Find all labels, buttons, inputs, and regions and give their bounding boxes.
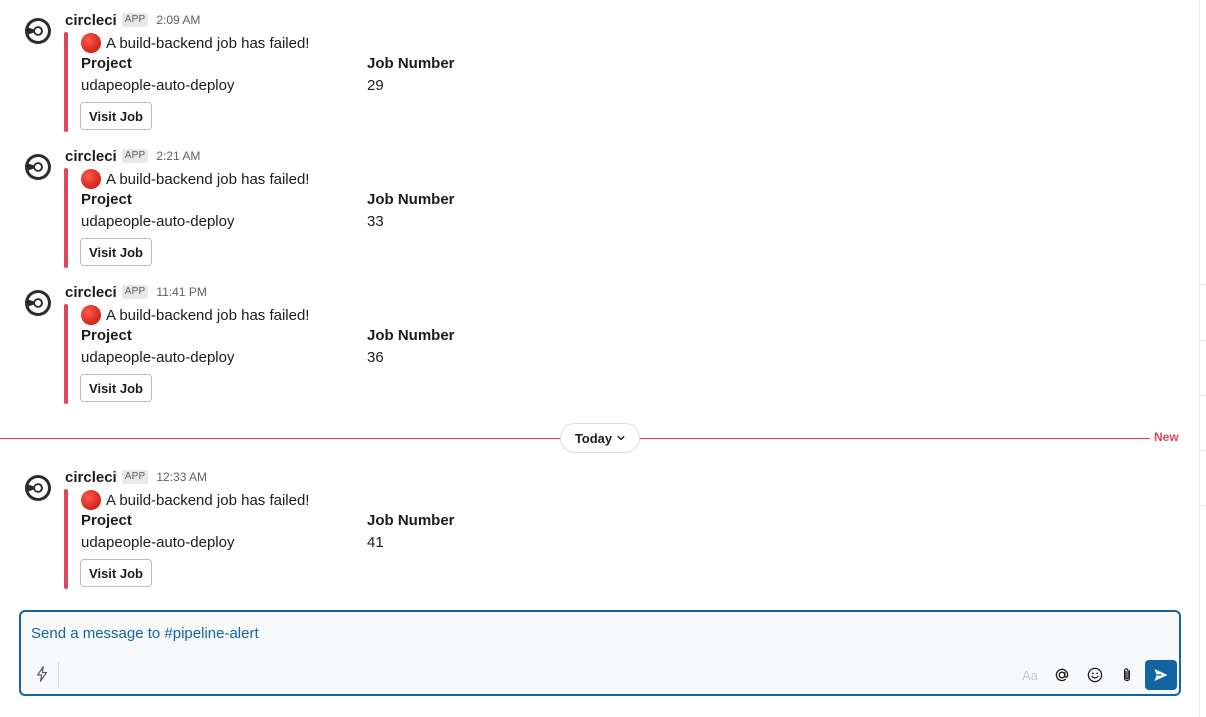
project-value: udapeople-auto-deploy [81,77,235,94]
sender-name[interactable]: circleci [65,469,117,486]
date-jump-button[interactable]: Today [560,423,640,453]
message-item: circleci APP 2:09 AM A build-backend job… [0,2,1190,132]
job-number-value: 33 [367,213,384,230]
new-messages-divider [0,438,561,439]
alert-text: A build-backend job has failed! [106,491,310,509]
message-input[interactable] [31,623,931,643]
project-value: udapeople-auto-deploy [81,349,235,366]
toolbar-divider [58,662,59,688]
job-number-label: Job Number [367,512,455,529]
alert-line: A build-backend job has failed! [81,304,309,326]
app-badge: APP [121,13,149,27]
visit-job-button[interactable]: Visit Job [80,559,152,587]
attachment-color-bar [64,489,68,589]
app-badge: APP [121,470,149,484]
emoji-button[interactable] [1085,665,1105,685]
project-label: Project [81,191,132,208]
visit-job-button[interactable]: Visit Job [80,238,152,266]
project-value: udapeople-auto-deploy [81,213,235,230]
paperclip-icon [1124,668,1130,682]
timestamp[interactable]: 12:33 AM [156,470,207,484]
attachment-color-bar [64,168,68,268]
app-badge: APP [121,285,149,299]
attachment-color-bar [64,304,68,404]
date-label: Today [574,430,613,446]
send-icon [1154,669,1168,681]
visit-job-button[interactable]: Visit Job [80,102,152,130]
formatting-button[interactable]: Aa [1020,665,1040,685]
red-circle-icon [81,169,101,189]
job-number-value: 36 [367,349,384,366]
rail-divider [1199,340,1206,341]
rail-divider [1199,450,1206,451]
visit-job-button[interactable]: Visit Job [80,374,152,402]
alert-line: A build-backend job has failed! [81,489,309,511]
project-label: Project [81,55,132,72]
smiley-icon [1087,667,1103,683]
rail-divider [1199,284,1206,285]
right-scroll-rail[interactable] [1199,0,1206,717]
message-item: circleci APP 11:41 PM A build-backend jo… [0,274,1190,404]
rail-divider [1199,395,1206,396]
sender-name[interactable]: circleci [65,284,117,301]
send-button[interactable] [1145,660,1177,690]
alert-line: A build-backend job has failed! [81,32,309,54]
new-messages-label: New [1154,430,1179,444]
job-number-label: Job Number [367,327,455,344]
timestamp[interactable]: 11:41 PM [156,285,206,299]
message-header: circleci APP 11:41 PM [65,282,207,302]
mention-button[interactable] [1052,665,1072,685]
circleci-logo-icon[interactable] [24,474,52,502]
app-badge: APP [121,149,149,163]
attachment-color-bar [64,32,68,132]
project-label: Project [81,327,132,344]
project-value: udapeople-auto-deploy [81,534,235,551]
sender-name[interactable]: circleci [65,148,117,165]
attach-button[interactable] [1117,665,1137,685]
message-item: circleci APP 12:33 AM A build-backend jo… [0,459,1190,589]
at-sign-icon [1055,668,1069,682]
job-number-label: Job Number [367,55,455,72]
red-circle-icon [81,33,101,53]
alert-line: A build-backend job has failed! [81,168,309,190]
job-number-value: 41 [367,534,384,551]
job-number-label: Job Number [367,191,455,208]
circleci-logo-icon[interactable] [24,17,52,45]
red-circle-icon [81,490,101,510]
alert-text: A build-backend job has failed! [106,170,310,188]
alert-text: A build-backend job has failed! [106,306,310,324]
message-header: circleci APP 12:33 AM [65,467,207,487]
red-circle-icon [81,305,101,325]
lightning-icon[interactable] [33,665,51,683]
project-label: Project [81,512,132,529]
message-composer: Aa [19,610,1181,696]
timestamp[interactable]: 2:09 AM [156,13,200,27]
circleci-logo-icon[interactable] [24,289,52,317]
new-messages-divider [639,438,1150,439]
sender-name[interactable]: circleci [65,12,117,29]
circleci-logo-icon[interactable] [24,153,52,181]
chevron-down-icon [617,435,625,441]
message-header: circleci APP 2:21 AM [65,146,200,166]
alert-text: A build-backend job has failed! [106,34,310,52]
message-header: circleci APP 2:09 AM [65,10,200,30]
message-item: circleci APP 2:21 AM A build-backend job… [0,138,1190,268]
timestamp[interactable]: 2:21 AM [156,149,200,163]
job-number-value: 29 [367,77,384,94]
rail-divider [1199,505,1206,506]
